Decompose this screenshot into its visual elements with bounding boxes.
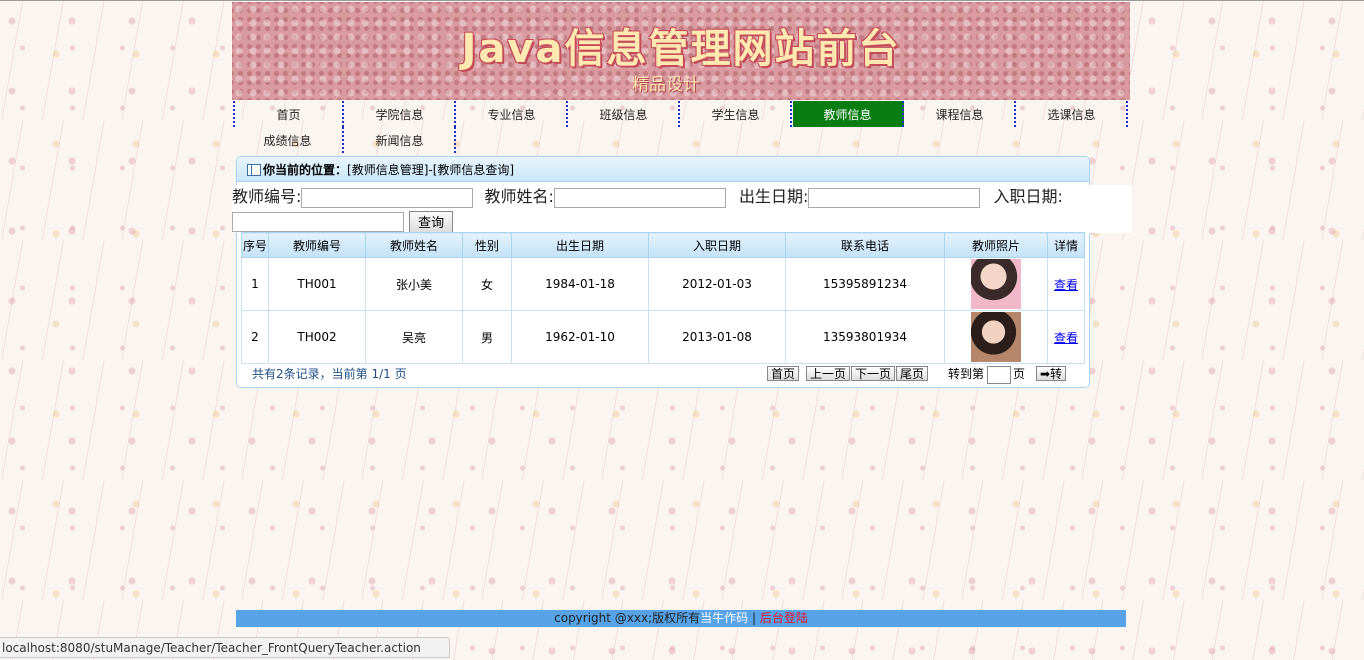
teacher-table: 序号 教师编号 教师姓名 性别 出生日期 入职日期 联系电话 教师照片 详情 1… bbox=[241, 232, 1085, 364]
cell-hire-date: 2013-01-08 bbox=[648, 310, 786, 364]
cell-birth-date: 1984-01-18 bbox=[511, 257, 649, 311]
nav-row-2: 成绩信息 新闻信息 bbox=[232, 127, 1132, 153]
table-header-row: 序号 教师编号 教师姓名 性别 出生日期 入职日期 联系电话 教师照片 详情 bbox=[241, 232, 1085, 258]
col-teacher-no: 教师编号 bbox=[268, 232, 366, 258]
nav-item-class[interactable]: 班级信息 bbox=[569, 101, 680, 127]
hire-date-label: 入职日期: bbox=[993, 187, 1063, 206]
cell-photo bbox=[944, 257, 1048, 311]
page-number-input[interactable] bbox=[987, 366, 1011, 384]
banner-title: Java信息管理网站前台 bbox=[461, 26, 901, 72]
cell-index: 2 bbox=[241, 310, 269, 364]
birth-date-label: 出生日期: bbox=[739, 187, 809, 206]
banner-subtitle: 精品设计 bbox=[632, 75, 700, 95]
cell-teacher-name: 张小美 bbox=[365, 257, 463, 311]
footer: copyright @xxx;版权所有当牛作码 | 后台登陆 bbox=[236, 610, 1126, 627]
teacher-photo bbox=[971, 259, 1021, 309]
footer-separator: | bbox=[748, 611, 760, 625]
col-photo: 教师照片 bbox=[944, 232, 1048, 258]
hire-date-input[interactable] bbox=[232, 211, 404, 232]
view-detail-link[interactable]: 查看 bbox=[1054, 278, 1078, 292]
nav-item-major[interactable]: 专业信息 bbox=[457, 101, 568, 127]
nav-item-course-selection[interactable]: 选课信息 bbox=[1017, 101, 1128, 127]
goto-label: 转到第 bbox=[948, 367, 985, 381]
col-index: 序号 bbox=[241, 232, 269, 258]
nav-item-score[interactable]: 成绩信息 bbox=[233, 127, 344, 153]
cell-birth-date: 1962-01-10 bbox=[511, 310, 649, 364]
record-count: 共有2条记录，当前第 1/1 页 bbox=[252, 367, 407, 381]
copyright-text: copyright @xxx;版权所有 bbox=[554, 611, 701, 625]
birth-date-input[interactable] bbox=[808, 187, 981, 208]
nav-row-1: 首页 学院信息 专业信息 班级信息 学生信息 教师信息 课程信息 选课信息 bbox=[232, 101, 1132, 127]
nav-item-news[interactable]: 新闻信息 bbox=[345, 127, 456, 153]
list-icon bbox=[247, 164, 261, 176]
nav-item-home[interactable]: 首页 bbox=[233, 101, 344, 127]
main-nav: 首页 学院信息 专业信息 班级信息 学生信息 教师信息 课程信息 选课信息 成绩… bbox=[232, 101, 1132, 153]
cell-hire-date: 2012-01-03 bbox=[648, 257, 786, 311]
cell-gender: 男 bbox=[462, 310, 512, 364]
teacher-photo bbox=[971, 312, 1021, 362]
nav-item-course[interactable]: 课程信息 bbox=[905, 101, 1016, 127]
col-hire-date: 入职日期 bbox=[648, 232, 786, 258]
prev-page-button[interactable]: 上一页 bbox=[806, 366, 851, 381]
cell-phone: 15395891234 bbox=[785, 257, 945, 311]
col-detail: 详情 bbox=[1047, 232, 1085, 258]
page-suffix: 页 bbox=[1013, 367, 1026, 381]
next-page-button[interactable]: 下一页 bbox=[851, 366, 896, 381]
cell-photo bbox=[944, 310, 1048, 364]
site-banner: Java信息管理网站前台 精品设计 bbox=[232, 2, 1130, 100]
cell-phone: 13593801934 bbox=[785, 310, 945, 364]
col-birth-date: 出生日期 bbox=[511, 232, 649, 258]
cell-detail: 查看 bbox=[1047, 310, 1085, 364]
query-button[interactable]: 查询 bbox=[409, 210, 454, 233]
author-link[interactable]: 当牛作码 bbox=[700, 611, 748, 625]
breadcrumb-label: 你当前的位置： bbox=[263, 163, 348, 177]
go-button[interactable]: ➡转 bbox=[1036, 366, 1067, 381]
cell-detail: 查看 bbox=[1047, 257, 1085, 311]
browser-status-bar: localhost:8080/stuManage/Teacher/Teacher… bbox=[0, 637, 450, 658]
cell-teacher-name: 吴亮 bbox=[365, 310, 463, 364]
pager: 共有2条记录，当前第 1/1 页 首页 上一页 下一页 尾页 转到第 页 ➡转 bbox=[236, 363, 1088, 385]
nav-item-teacher[interactable]: 教师信息 bbox=[793, 101, 904, 127]
view-detail-link[interactable]: 查看 bbox=[1054, 331, 1078, 345]
col-phone: 联系电话 bbox=[785, 232, 945, 258]
breadcrumb: 你当前的位置：[教师信息管理]-[教师信息查询] bbox=[237, 157, 1089, 182]
first-page-button[interactable]: 首页 bbox=[767, 366, 800, 381]
teacher-no-label: 教师编号: bbox=[232, 187, 302, 206]
teacher-name-label: 教师姓名: bbox=[484, 187, 554, 206]
status-url: localhost:8080/stuManage/Teacher/Teacher… bbox=[2, 641, 421, 655]
table-row: 2 TH002 吴亮 男 1962-01-10 2013-01-08 13593… bbox=[241, 310, 1085, 364]
last-page-button[interactable]: 尾页 bbox=[896, 366, 929, 381]
search-form: 教师编号: 教师姓名: 出生日期: 入职日期: 查询 bbox=[232, 185, 1132, 233]
cell-gender: 女 bbox=[462, 257, 512, 311]
top-border bbox=[0, 0, 1364, 1]
breadcrumb-path: [教师信息管理]-[教师信息查询] bbox=[347, 163, 515, 177]
cell-teacher-no: TH001 bbox=[268, 257, 366, 311]
col-teacher-name: 教师姓名 bbox=[365, 232, 463, 258]
cell-index: 1 bbox=[241, 257, 269, 311]
col-gender: 性别 bbox=[462, 232, 512, 258]
admin-login-link[interactable]: 后台登陆 bbox=[760, 611, 808, 625]
teacher-name-input[interactable] bbox=[553, 187, 726, 208]
nav-item-college[interactable]: 学院信息 bbox=[345, 101, 456, 127]
teacher-no-input[interactable] bbox=[301, 187, 474, 208]
nav-item-student[interactable]: 学生信息 bbox=[681, 101, 792, 127]
table-row: 1 TH001 张小美 女 1984-01-18 2012-01-03 1539… bbox=[241, 257, 1085, 311]
cell-teacher-no: TH002 bbox=[268, 310, 366, 364]
